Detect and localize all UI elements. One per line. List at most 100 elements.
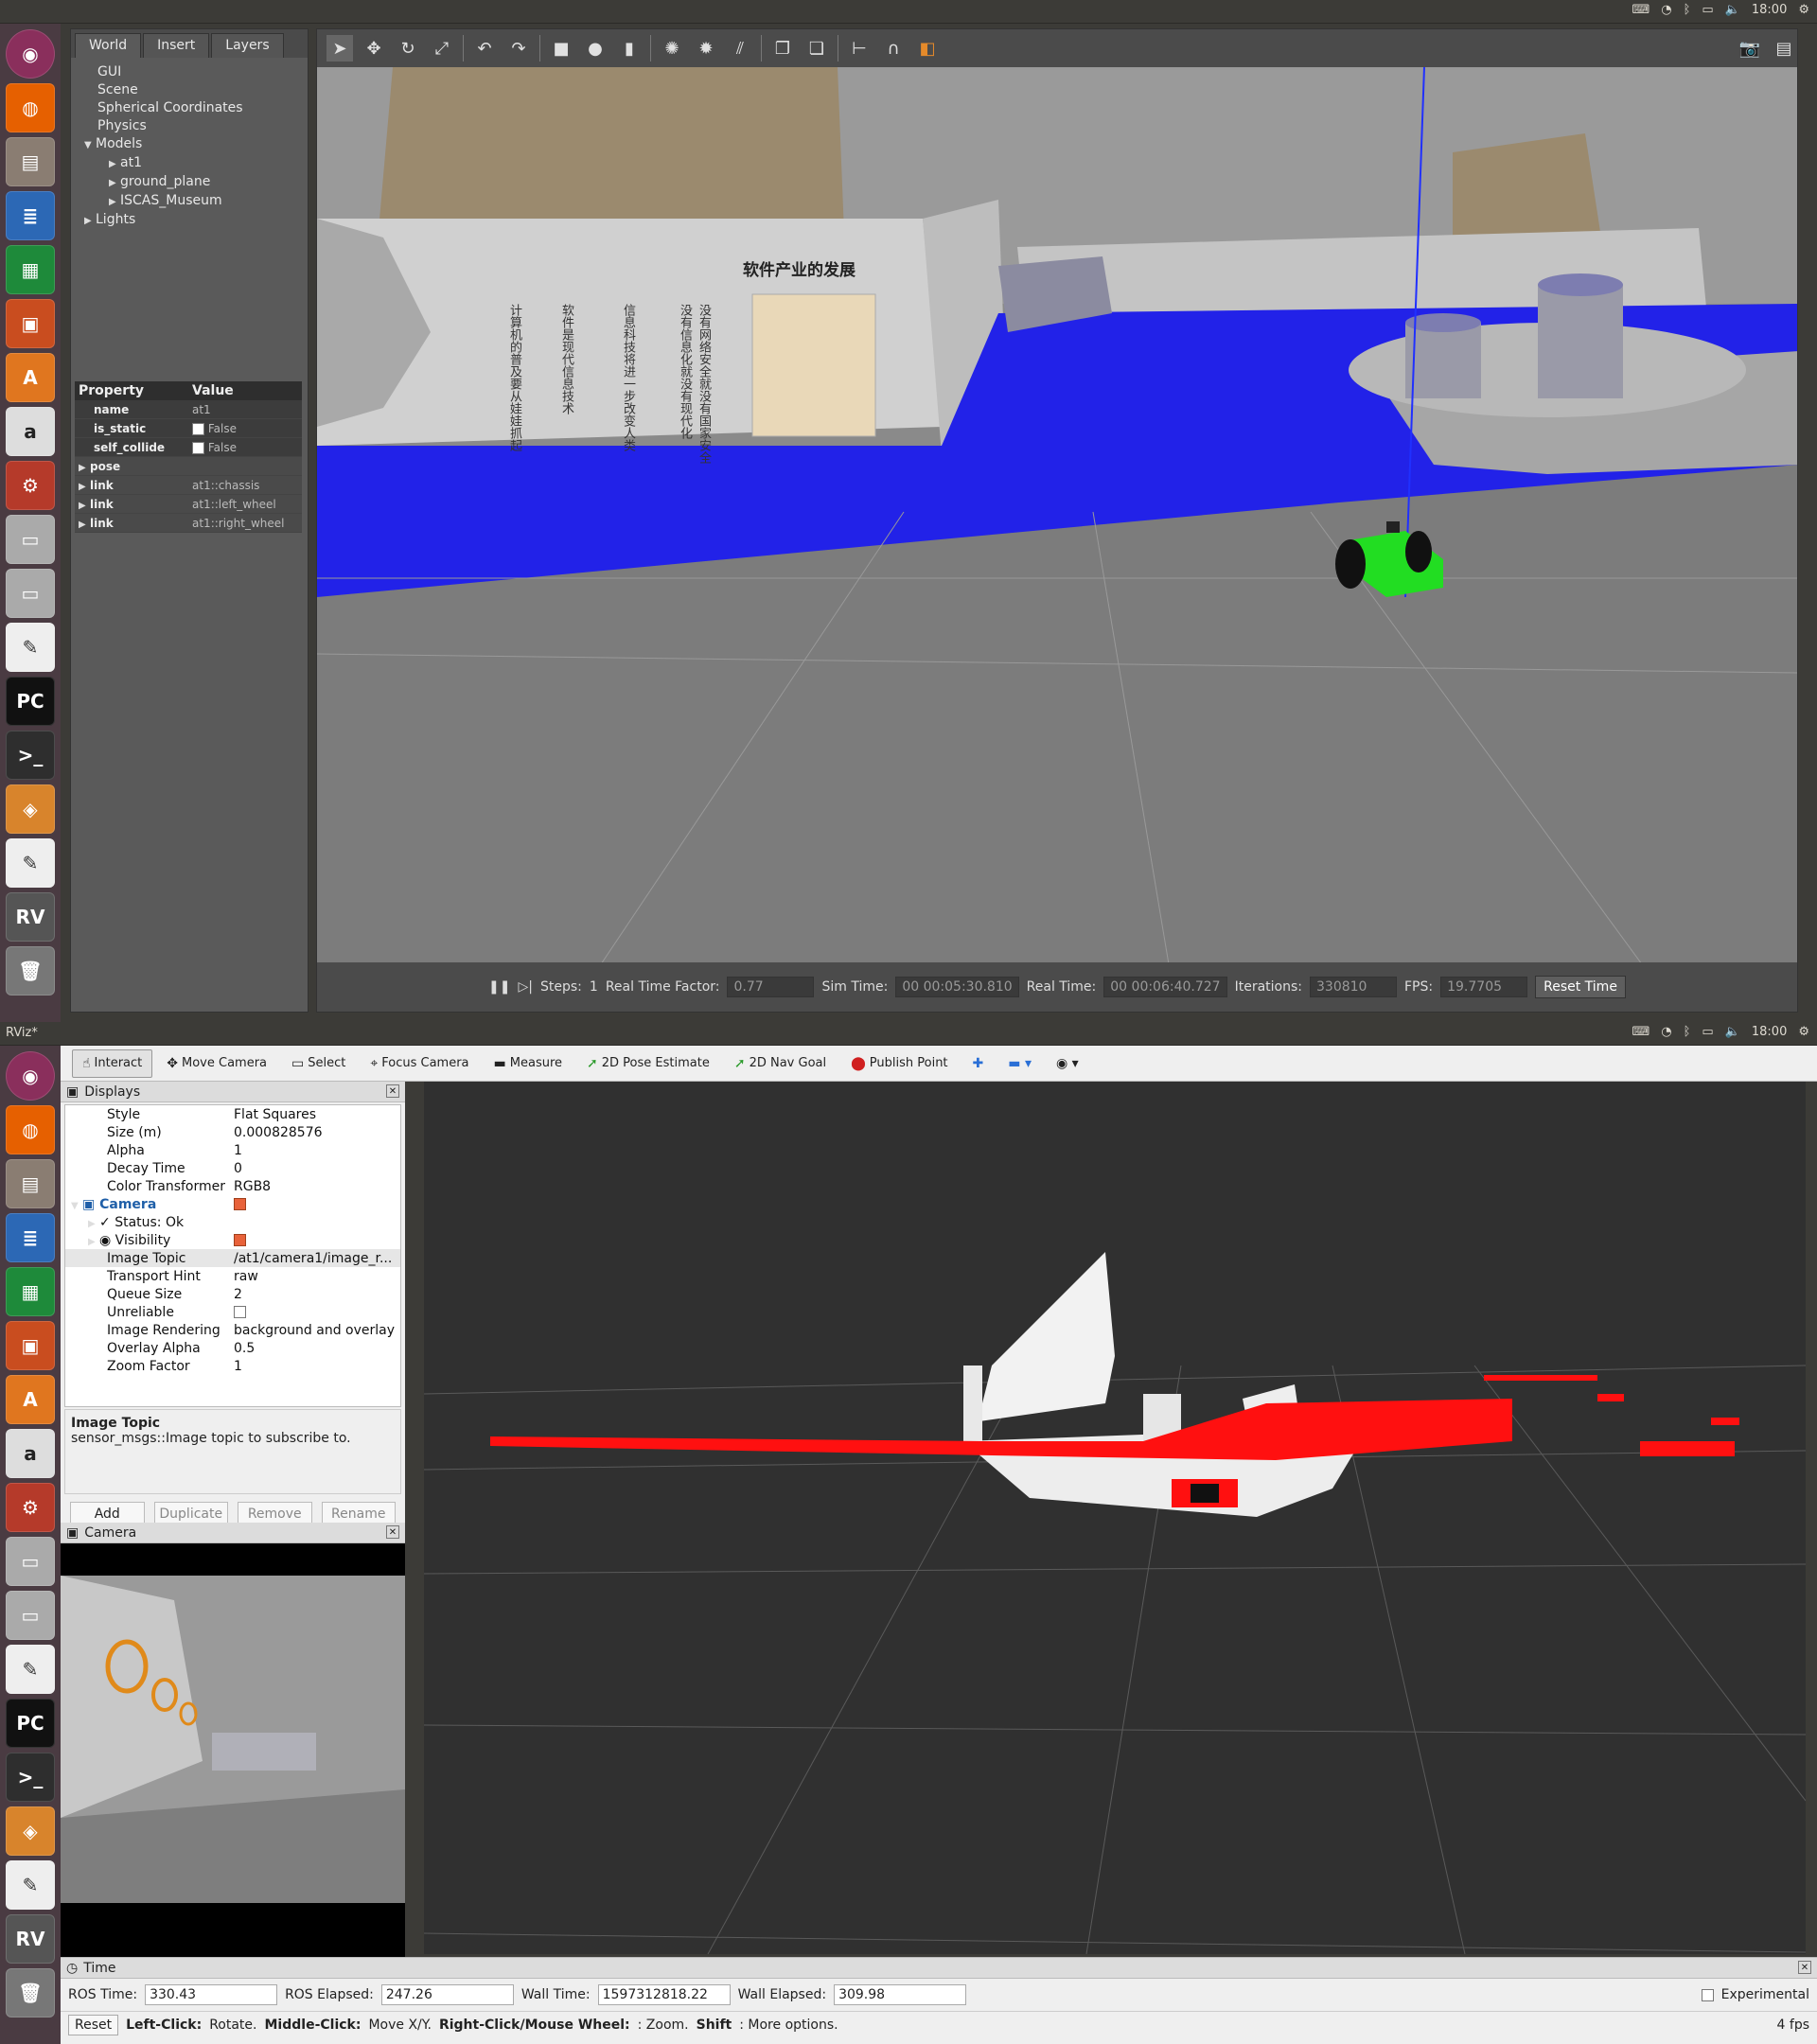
impress-icon[interactable]: ▣ bbox=[6, 1321, 55, 1370]
tree-item-physics[interactable]: Physics bbox=[75, 117, 304, 135]
unreliable-checkbox[interactable] bbox=[234, 1306, 246, 1318]
terminal-icon[interactable]: >_ bbox=[6, 1753, 55, 1802]
ubuntu-icon[interactable]: ◉ bbox=[6, 29, 55, 79]
point-light-icon[interactable]: ✺ bbox=[659, 35, 685, 62]
display-row[interactable]: Overlay Alpha 0.5 bbox=[65, 1339, 400, 1357]
view-angle-icon[interactable]: ◧ bbox=[914, 35, 941, 62]
calc-icon[interactable]: ▦ bbox=[6, 245, 55, 294]
log-icon[interactable]: ▤ bbox=[1771, 35, 1797, 62]
snap-icon[interactable]: ∩ bbox=[880, 35, 907, 62]
clock[interactable]: 18:00 bbox=[1752, 1025, 1787, 1039]
translate-icon[interactable]: ✥ bbox=[361, 35, 387, 62]
software-icon[interactable]: A bbox=[6, 353, 55, 402]
tree-item-at1[interactable]: at1 bbox=[120, 155, 142, 170]
visibility-checkbox[interactable] bbox=[234, 1234, 246, 1246]
clock[interactable]: 18:00 bbox=[1752, 3, 1787, 17]
sublime-icon[interactable]: ◈ bbox=[6, 784, 55, 834]
tree-item-scene[interactable]: Scene bbox=[75, 81, 304, 99]
expand-right-icon[interactable]: ▶ bbox=[79, 482, 90, 492]
tree-item-ground-plane[interactable]: ground_plane bbox=[120, 174, 210, 189]
drive2-icon[interactable]: ▭ bbox=[6, 569, 55, 618]
display-row-camera[interactable]: ▼ ▣ Camera bbox=[65, 1195, 400, 1213]
reset-button[interactable]: Reset bbox=[68, 2014, 119, 2035]
text-editor-icon[interactable]: ✎ bbox=[6, 623, 55, 672]
display-value[interactable]: RGB8 bbox=[230, 1179, 400, 1194]
display-value[interactable]: 2 bbox=[230, 1287, 400, 1302]
interact-tool[interactable]: ☝ Interact bbox=[72, 1048, 153, 1078]
calc-icon[interactable]: ▦ bbox=[6, 1267, 55, 1316]
firefox-icon[interactable]: ◍ bbox=[6, 83, 55, 132]
firefox-icon[interactable]: ◍ bbox=[6, 1105, 55, 1154]
battery-icon[interactable]: ▭ bbox=[1702, 1025, 1713, 1039]
scale-icon[interactable]: ⤢ bbox=[429, 35, 455, 62]
gear-icon[interactable]: ⚙ bbox=[1798, 1025, 1809, 1039]
drive2-icon[interactable]: ▭ bbox=[6, 1591, 55, 1640]
focus-camera-tool[interactable]: ⌖ Focus Camera bbox=[360, 1049, 479, 1078]
tab-insert[interactable]: Insert bbox=[143, 33, 210, 58]
expand-right-icon[interactable]: ▶ bbox=[84, 212, 96, 230]
pycharm-icon[interactable]: PC bbox=[6, 1699, 55, 1748]
display-row[interactable]: Alpha 1 bbox=[65, 1141, 400, 1159]
display-row[interactable]: Color Transformer RGB8 bbox=[65, 1177, 400, 1195]
publish-point-tool[interactable]: ⬤ Publish Point bbox=[840, 1049, 958, 1078]
pose-estimate-tool[interactable]: ➚ 2D Pose Estimate bbox=[576, 1049, 720, 1078]
experimental-checkbox[interactable] bbox=[1701, 1988, 1714, 2001]
display-value[interactable]: 0.5 bbox=[230, 1341, 400, 1356]
spot-light-icon[interactable]: ✹ bbox=[693, 35, 719, 62]
display-row[interactable]: Queue Size 2 bbox=[65, 1285, 400, 1303]
tree-item-museum-row[interactable]: ▶ ISCAS_Museum bbox=[75, 192, 304, 211]
display-row-visibility[interactable]: ▶ ◉ Visibility bbox=[65, 1231, 400, 1249]
prop-row-link[interactable]: ▶ link at1::left_wheel bbox=[75, 495, 302, 514]
sphere-icon[interactable]: ● bbox=[582, 35, 609, 62]
move-camera-tool[interactable]: ✥ Move Camera bbox=[156, 1049, 277, 1078]
tab-layers[interactable]: Layers bbox=[211, 33, 284, 58]
display-row-status[interactable]: ▶ ✓ Status: Ok bbox=[65, 1213, 400, 1231]
cylinder-icon[interactable]: ▮ bbox=[616, 35, 643, 62]
rotate-icon[interactable]: ↻ bbox=[395, 35, 421, 62]
tree-item-lights[interactable]: Lights bbox=[96, 212, 135, 227]
step-icon[interactable]: ▷| bbox=[519, 979, 533, 995]
close-icon[interactable]: ✕ bbox=[386, 1084, 399, 1098]
ros-time-field[interactable]: 330.43 bbox=[145, 1984, 278, 2005]
tree-item-models-row[interactable]: ▼ Models bbox=[75, 135, 304, 154]
tree-item-lights-row[interactable]: ▶ Lights bbox=[75, 211, 304, 230]
steps-value[interactable]: 1 bbox=[590, 979, 598, 995]
redo-icon[interactable]: ↷ bbox=[505, 35, 532, 62]
display-row[interactable]: Zoom Factor 1 bbox=[65, 1357, 400, 1375]
display-value[interactable]: 0.000828576 bbox=[230, 1125, 400, 1140]
display-value[interactable]: raw bbox=[230, 1269, 400, 1284]
wifi-icon[interactable]: ◔ bbox=[1661, 3, 1671, 17]
amazon-icon[interactable]: a bbox=[6, 1429, 55, 1478]
select-tool[interactable]: ▭ Select bbox=[281, 1049, 356, 1078]
keyboard-icon[interactable]: ⌨ bbox=[1632, 3, 1649, 17]
tree-item-models[interactable]: Models bbox=[96, 136, 142, 151]
impress-icon[interactable]: ▣ bbox=[6, 299, 55, 348]
expand-down-icon[interactable]: ▼ bbox=[71, 1201, 82, 1211]
tree-item-ground-row[interactable]: ▶ ground_plane bbox=[75, 173, 304, 192]
display-value[interactable]: 1 bbox=[230, 1359, 400, 1374]
view-options-button[interactable]: ◉ ▾ bbox=[1046, 1049, 1089, 1078]
close-icon[interactable]: ✕ bbox=[386, 1525, 399, 1539]
prop-row-collide[interactable]: self_collide False bbox=[75, 438, 302, 457]
display-row[interactable]: Image Topic/at1/camera1/image_r... bbox=[65, 1249, 400, 1267]
terminal-icon[interactable]: >_ bbox=[6, 731, 55, 780]
drive-icon[interactable]: ▭ bbox=[6, 515, 55, 564]
expand-right-icon[interactable]: ▶ bbox=[79, 463, 90, 473]
static-checkbox[interactable] bbox=[192, 422, 204, 435]
settings-icon[interactable]: ⚙ bbox=[6, 1483, 55, 1532]
prop-row-name[interactable]: name at1 bbox=[75, 400, 302, 419]
volume-icon[interactable]: 🔈 bbox=[1725, 1025, 1740, 1039]
bluetooth-icon[interactable]: ᛒ bbox=[1684, 3, 1691, 17]
expand-down-icon[interactable]: ▼ bbox=[84, 136, 96, 154]
reset-time-button[interactable]: Reset Time bbox=[1535, 976, 1626, 998]
paste-icon[interactable]: ❏ bbox=[803, 35, 830, 62]
display-value[interactable]: background and overlay bbox=[230, 1323, 400, 1338]
ros-elapsed-field[interactable]: 247.26 bbox=[380, 1984, 514, 2005]
remove-tool-button[interactable]: ▬ ▾ bbox=[997, 1049, 1042, 1078]
tree-item-gui[interactable]: GUI bbox=[75, 63, 304, 81]
writer-icon[interactable]: ≣ bbox=[6, 191, 55, 240]
writer-icon[interactable]: ≣ bbox=[6, 1213, 55, 1262]
select-arrow-icon[interactable]: ➤ bbox=[326, 35, 353, 62]
prop-row-static[interactable]: is_static False bbox=[75, 419, 302, 438]
rviz-icon[interactable]: RV bbox=[6, 892, 55, 942]
